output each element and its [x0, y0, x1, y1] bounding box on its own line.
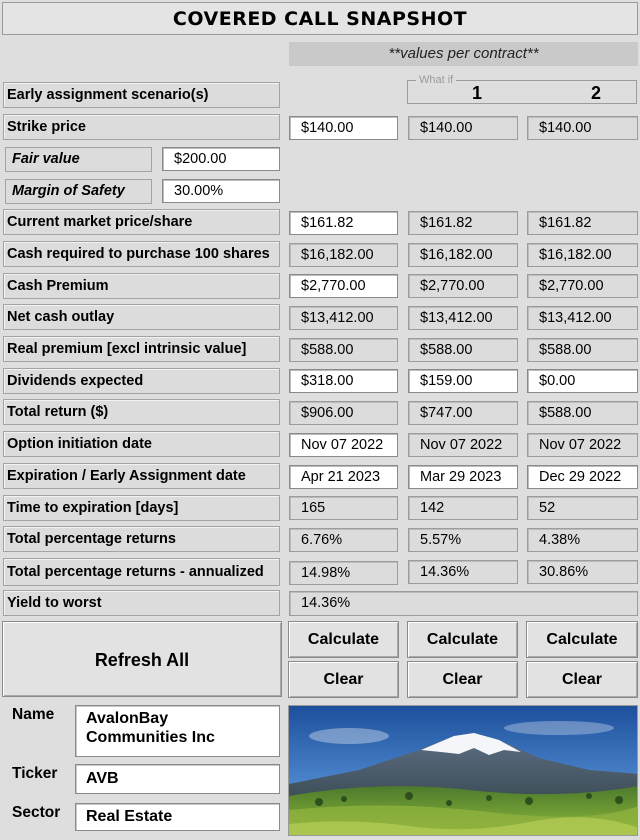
margin-of-safety-label: Margin of Safety — [5, 179, 152, 204]
cash-required-scenario-1: $16,182.00 — [408, 243, 518, 267]
dividends-label: Dividends expected — [3, 368, 280, 394]
total-pct-annualized-scenario-1: 14.36% — [408, 560, 518, 584]
dividends-input-scenario-2[interactable]: $0.00 — [527, 369, 638, 393]
net-outlay-label: Net cash outlay — [3, 304, 280, 330]
refresh-all-button[interactable]: Refresh All — [2, 621, 282, 697]
what-if-legend: What if — [416, 73, 457, 87]
time-to-expiration-scenario-1: 142 — [408, 496, 518, 520]
total-return-base: $906.00 — [289, 401, 398, 425]
strike-price-label: Strike price — [3, 114, 280, 140]
scenario-2-number: 2 — [591, 83, 602, 103]
fair-value-label: Fair value — [5, 147, 152, 172]
initiation-date-label: Option initiation date — [3, 431, 280, 457]
total-pct-scenario-1: 5.57% — [408, 528, 518, 552]
early-assignment-label: Early assignment scenario(s) — [3, 82, 280, 108]
expiration-date-input-scenario-1[interactable]: Mar 29 2023 — [408, 465, 518, 489]
current-price-scenario-1: $161.82 — [408, 211, 518, 235]
cash-required-label: Cash required to purchase 100 shares — [3, 241, 280, 267]
cash-required-base: $16,182.00 — [289, 243, 398, 267]
dividends-input-base[interactable]: $318.00 — [289, 369, 398, 393]
fair-value-input[interactable]: $200.00 — [162, 147, 280, 171]
cash-premium-label: Cash Premium — [3, 273, 280, 299]
clear-button-base[interactable]: Clear — [288, 661, 399, 698]
initiation-date-scenario-2: Nov 07 2022 — [527, 433, 638, 457]
company-name-field[interactable]: AvalonBay Communities Inc — [75, 705, 280, 757]
total-pct-annualized-scenario-2: 30.86% — [527, 560, 638, 584]
current-price-label: Current market price/share — [3, 209, 280, 235]
total-pct-scenario-2: 4.38% — [527, 528, 638, 552]
total-return-scenario-1: $747.00 — [408, 401, 518, 425]
real-premium-scenario-2: $588.00 — [527, 338, 638, 362]
mountain-landscape-photo — [288, 705, 638, 836]
calculate-button-scenario-2[interactable]: Calculate — [526, 621, 638, 658]
strike-price-scenario-2: $140.00 — [527, 116, 638, 140]
sector-field[interactable]: Real Estate — [75, 803, 280, 831]
ticker-label: Ticker — [12, 765, 58, 782]
margin-of-safety-input[interactable]: 30.00% — [162, 179, 280, 203]
cash-premium-scenario-1: $2,770.00 — [408, 274, 518, 298]
time-to-expiration-scenario-2: 52 — [527, 496, 638, 520]
real-premium-scenario-1: $588.00 — [408, 338, 518, 362]
current-price-scenario-2: $161.82 — [527, 211, 638, 235]
current-price-input[interactable]: $161.82 — [289, 211, 398, 235]
real-premium-base: $588.00 — [289, 338, 398, 362]
cash-premium-scenario-2: $2,770.00 — [527, 274, 638, 298]
clear-button-scenario-2[interactable]: Clear — [526, 661, 638, 698]
total-pct-annualized-label: Total percentage returns - annualized — [3, 558, 280, 586]
cash-premium-input[interactable]: $2,770.00 — [289, 274, 398, 298]
real-premium-label: Real premium [excl intrinsic value] — [3, 336, 280, 362]
calculate-button-scenario-1[interactable]: Calculate — [407, 621, 518, 658]
cash-required-scenario-2: $16,182.00 — [527, 243, 638, 267]
strike-price-scenario-1: $140.00 — [408, 116, 518, 140]
net-outlay-scenario-2: $13,412.00 — [527, 306, 638, 330]
net-outlay-scenario-1: $13,412.00 — [408, 306, 518, 330]
expiration-date-label: Expiration / Early Assignment date — [3, 463, 280, 489]
page-title: COVERED CALL SNAPSHOT — [2, 2, 638, 35]
time-to-expiration-base: 165 — [289, 496, 398, 520]
initiation-date-scenario-1: Nov 07 2022 — [408, 433, 518, 457]
sector-label: Sector — [12, 804, 61, 821]
total-return-label: Total return ($) — [3, 399, 280, 425]
clear-button-scenario-1[interactable]: Clear — [407, 661, 518, 698]
expiration-date-input-scenario-2[interactable]: Dec 29 2022 — [527, 465, 638, 489]
values-per-contract-note: **values per contract** — [289, 42, 638, 66]
total-return-scenario-2: $588.00 — [527, 401, 638, 425]
dividends-input-scenario-1[interactable]: $159.00 — [408, 369, 518, 393]
expiration-date-input-base[interactable]: Apr 21 2023 — [289, 465, 398, 489]
time-to-expiration-label: Time to expiration [days] — [3, 495, 280, 521]
scenario-1-number: 1 — [472, 83, 483, 103]
total-pct-label: Total percentage returns — [3, 526, 280, 552]
yield-to-worst-label: Yield to worst — [3, 590, 280, 616]
calculate-button-base[interactable]: Calculate — [288, 621, 399, 658]
net-outlay-base: $13,412.00 — [289, 306, 398, 330]
ticker-field[interactable]: AVB — [75, 764, 280, 794]
initiation-date-input[interactable]: Nov 07 2022 — [289, 433, 398, 457]
strike-price-input[interactable]: $140.00 — [289, 116, 398, 140]
total-pct-base: 6.76% — [289, 528, 398, 552]
yield-to-worst-value: 14.36% — [289, 591, 638, 616]
total-pct-annualized-base: 14.98% — [289, 561, 398, 585]
name-label: Name — [12, 706, 55, 723]
